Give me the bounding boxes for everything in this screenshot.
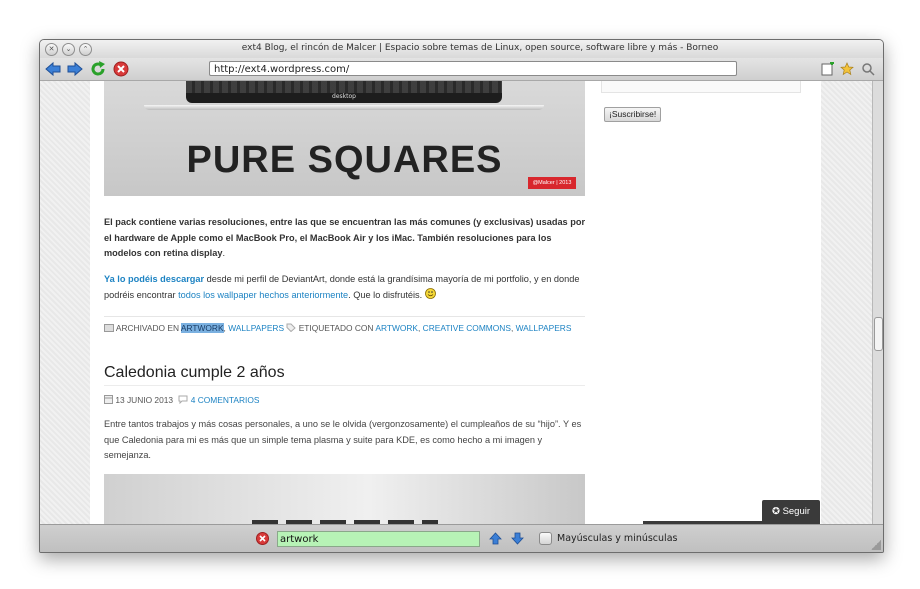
banner-badge: @Malcer | 2013 (528, 177, 576, 189)
subscribe-button[interactable]: ¡Suscribirse! (604, 107, 662, 122)
laptop-screen: desktop (186, 81, 502, 103)
download-link[interactable]: Ya lo podéis descargar (104, 274, 204, 284)
title-bar: ✕ ⌄ ⌃ ext4 Blog, el rincón de Malcer | E… (40, 40, 883, 58)
tag-creative-commons-link[interactable]: CREATIVE COMMONS (423, 323, 511, 333)
reload-icon[interactable] (90, 61, 106, 77)
sidebar-widget-box (601, 81, 801, 93)
folder-icon (104, 324, 114, 332)
calendar-icon (104, 395, 113, 404)
address-bar[interactable]: http://ext4.wordpress.com/ (209, 61, 737, 76)
divider (104, 316, 585, 317)
bold-paragraph: El pack contiene varias resoluciones, en… (104, 217, 586, 258)
minimize-window-icon[interactable]: ⌄ (62, 43, 75, 56)
post-date-meta: 13 JUNIO 2013 4 COMENTARIOS (104, 395, 586, 405)
category-wallpapers-link[interactable]: WALLPAPERS (228, 323, 284, 333)
screen-label: desktop (332, 93, 356, 100)
post2-paragraph: Entre tantos trabajos y más cosas person… (104, 419, 582, 460)
match-case-checkbox[interactable] (539, 532, 552, 545)
new-tab-icon[interactable] (821, 62, 835, 76)
laptop-base (144, 105, 544, 110)
gear-icon: ✪ (771, 506, 780, 517)
wallpapers-link[interactable]: todos los wallpaper hechos anteriormente (178, 290, 348, 300)
comments-link[interactable]: 4 COMENTARIOS (191, 395, 260, 405)
scrollbar-thumb[interactable] (874, 317, 883, 351)
vertical-scrollbar[interactable] (872, 81, 883, 524)
title-divider (104, 385, 585, 386)
back-icon[interactable] (45, 61, 61, 77)
caledonia-image (104, 474, 585, 524)
post-paragraph-1: El pack contiene varias resoluciones, en… (104, 217, 586, 258)
bookmark-star-icon[interactable] (840, 62, 854, 76)
forward-icon[interactable] (67, 61, 83, 77)
find-next-icon[interactable] (511, 532, 524, 545)
post-paragraph-2: Ya lo podéis descargar desde mi perfil d… (104, 274, 580, 300)
post-title[interactable]: Caledonia cumple 2 años (104, 364, 586, 382)
web-viewport: desktop PURE SQUARES @Malcer | 2013 El p… (40, 81, 872, 524)
match-case-label: Mayúsculas y minúsculas (557, 533, 678, 544)
pure-squares-banner-image: desktop PURE SQUARES @Malcer | 2013 (104, 81, 585, 196)
post-meta: ARCHIVADO EN ARTWORK, WALLPAPERS ETIQUET… (104, 321, 586, 335)
find-input[interactable]: artwork (277, 531, 480, 547)
search-icon[interactable] (861, 62, 875, 76)
comment-icon (178, 395, 188, 405)
smiley-icon (424, 287, 436, 299)
post-date: 13 JUNIO 2013 (115, 395, 174, 405)
page-content: desktop PURE SQUARES @Malcer | 2013 El p… (90, 81, 821, 524)
tag-wallpapers-link[interactable]: WALLPAPERS (516, 323, 572, 333)
tag-artwork-link[interactable]: ARTWORK (375, 323, 418, 333)
browser-window: ✕ ⌄ ⌃ ext4 Blog, el rincón de Malcer | E… (39, 39, 884, 553)
banner-title: PURE SQUARES (186, 139, 503, 181)
close-window-icon[interactable]: ✕ (45, 43, 58, 56)
navigation-toolbar: http://ext4.wordpress.com/ (40, 58, 883, 81)
find-bar: artwork Mayúsculas y minúsculas (40, 524, 883, 552)
resize-grip[interactable] (871, 540, 881, 550)
window-title: ext4 Blog, el rincón de Malcer | Espacio… (241, 43, 719, 53)
tag-icon (286, 323, 297, 333)
stop-icon[interactable] (113, 61, 129, 77)
find-previous-icon[interactable] (489, 532, 502, 545)
maximize-window-icon[interactable]: ⌃ (79, 43, 92, 56)
category-artwork-link[interactable]: ARTWORK (180, 323, 224, 333)
follow-button[interactable]: ✪ Seguir (762, 500, 820, 524)
close-find-icon[interactable] (256, 532, 269, 545)
